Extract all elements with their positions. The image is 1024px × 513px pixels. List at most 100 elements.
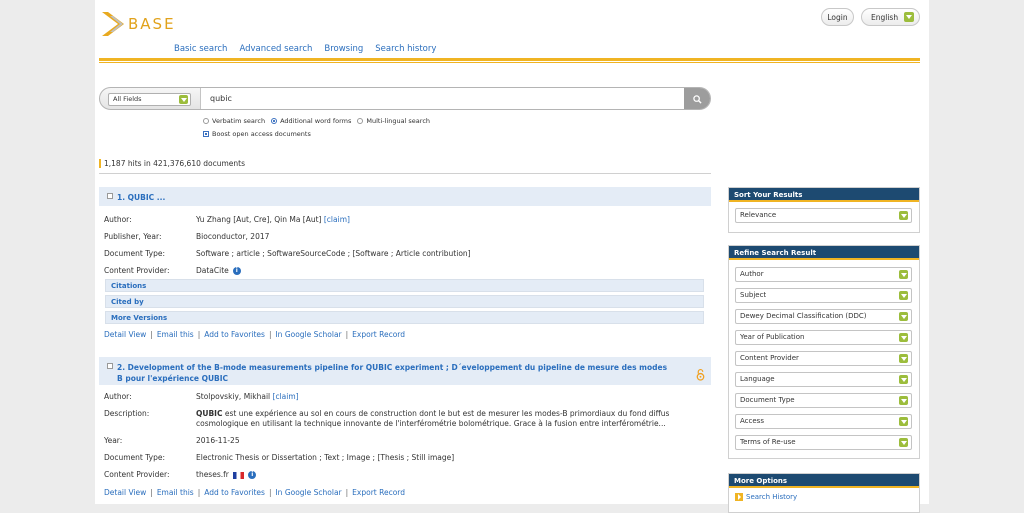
chevron-down-icon (899, 438, 908, 447)
filter-ddc[interactable]: Dewey Decimal Classification (DDC) (735, 309, 912, 324)
result-field-author: Author: Yu Zhang [Aut, Cre], Qin Ma [Aut… (104, 215, 350, 224)
description-keyword: QUBIC (196, 409, 223, 418)
result-select-checkbox[interactable] (107, 363, 113, 369)
hits-count: 1,187 hits in 421,376,610 documents (99, 159, 245, 168)
more-options-panel: More Options Search History (728, 473, 920, 513)
result-actions: Detail View | Email this | Add to Favorites |… (104, 488, 406, 497)
chevron-down-icon (899, 375, 908, 384)
cited-by-toggle[interactable]: Cited by (105, 295, 704, 308)
provider-value: theses.fr (196, 470, 229, 479)
filter-year[interactable]: Year of Publication (735, 330, 912, 345)
chevron-down-icon (899, 333, 908, 342)
search-field-select[interactable]: All Fields (108, 93, 191, 106)
chevron-down-icon (899, 270, 908, 279)
export-record-link[interactable]: Export Record (352, 330, 405, 339)
arrow-right-icon (735, 493, 743, 501)
result-field-author: Author: Stolpovskiy, Mikhail [claim] (104, 392, 299, 401)
result-select-checkbox[interactable] (107, 193, 113, 199)
filter-author[interactable]: Author (735, 267, 912, 282)
option-verbatim-label: Verbatim search (212, 117, 266, 125)
option-word-forms[interactable]: Additional word forms (271, 117, 351, 125)
logo-chevron-icon (102, 12, 124, 36)
base-logo[interactable]: BASE (100, 8, 190, 40)
export-record-link[interactable]: Export Record (352, 488, 405, 497)
info-icon[interactable]: i (248, 471, 257, 479)
result-field-year: Year: 2016-11-25 (104, 436, 240, 445)
more-options-title: More Options (729, 474, 919, 488)
result-field-publisher: Publisher, Year: Bioconductor, 2017 (104, 232, 270, 241)
result-title-link[interactable]: 2. Development of the B-mode measurement… (117, 362, 671, 384)
search-input[interactable]: qubic (200, 88, 688, 109)
detail-view-link[interactable]: Detail View (104, 488, 146, 497)
search-bar: All Fields qubic (99, 87, 711, 110)
email-this-link[interactable]: Email this (157, 330, 194, 339)
hits-divider (99, 173, 711, 174)
language-label: English (871, 12, 899, 22)
chevron-down-icon (899, 354, 908, 363)
more-versions-toggle[interactable]: More Versions (105, 311, 704, 324)
search-options: Verbatim search Additional word forms Mu… (203, 117, 430, 125)
boost-label: Boost open access documents (212, 130, 311, 138)
boost-open-access[interactable]: Boost open access documents (203, 130, 311, 138)
result-field-description: Description: QUBIC est une expérience au… (104, 409, 670, 428)
sort-select[interactable]: Relevance (735, 208, 912, 223)
claim-link[interactable]: [claim] (324, 215, 350, 224)
nav-browsing[interactable]: Browsing (324, 44, 363, 54)
nav-search-history[interactable]: Search history (375, 44, 436, 54)
author-value[interactable]: Yu Zhang [Aut, Cre], Qin Ma [Aut] (196, 215, 321, 224)
nav-advanced-search[interactable]: Advanced search (239, 44, 312, 54)
filter-document-type[interactable]: Document Type (735, 393, 912, 408)
result-title-link[interactable]: 1. QUBIC ... (117, 192, 165, 203)
radio-multilingual[interactable] (357, 118, 364, 124)
citations-toggle[interactable]: Citations (105, 279, 704, 292)
header-divider (99, 58, 920, 61)
author-value[interactable]: Stolpovskiy, Mikhail (196, 392, 270, 401)
language-select[interactable]: English (861, 8, 920, 26)
option-multilingual-label: Multi-lingual search (366, 117, 431, 125)
chevron-down-icon (179, 95, 188, 104)
page: BASE Login English Basic search Advanced… (95, 0, 929, 513)
radio-word-forms[interactable] (271, 118, 278, 124)
open-access-icon (696, 369, 705, 381)
provider-value: DataCite (196, 266, 229, 275)
email-this-link[interactable]: Email this (157, 488, 194, 497)
main-navigation: Basic search Advanced search Browsing Se… (174, 44, 436, 54)
option-verbatim[interactable]: Verbatim search (203, 117, 265, 125)
option-word-forms-label: Additional word forms (280, 117, 352, 125)
login-label: Login (827, 12, 848, 22)
filter-content-provider[interactable]: Content Provider (735, 351, 912, 366)
search-button[interactable] (684, 88, 710, 109)
search-field-value: All Fields (113, 95, 142, 103)
search-icon (692, 95, 702, 104)
radio-verbatim[interactable] (203, 118, 209, 124)
boost-checkbox[interactable] (203, 131, 209, 137)
chevron-down-icon (899, 312, 908, 321)
add-to-favorites-link[interactable]: Add to Favorites (204, 330, 265, 339)
filter-access[interactable]: Access (735, 414, 912, 429)
filter-subject[interactable]: Subject (735, 288, 912, 303)
result-field-doctype: Document Type: Software ; article ; Soft… (104, 249, 471, 258)
sort-panel: Sort Your Results Relevance (728, 187, 920, 233)
claim-link[interactable]: [claim] (273, 392, 299, 401)
info-icon[interactable]: i (232, 267, 241, 275)
google-scholar-link[interactable]: In Google Scholar (275, 488, 341, 497)
logo-text: BASE (128, 15, 176, 33)
chevron-down-icon (899, 291, 908, 300)
search-history-link[interactable]: Search History (729, 488, 919, 501)
add-to-favorites-link[interactable]: Add to Favorites (204, 488, 265, 497)
chevron-down-icon (899, 417, 908, 426)
sort-panel-title: Sort Your Results (729, 188, 919, 202)
google-scholar-link[interactable]: In Google Scholar (275, 330, 341, 339)
detail-view-link[interactable]: Detail View (104, 330, 146, 339)
option-multilingual[interactable]: Multi-lingual search (357, 117, 430, 125)
result-actions: Detail View | Email this | Add to Favorites |… (104, 330, 406, 339)
filter-language[interactable]: Language (735, 372, 912, 387)
nav-basic-search[interactable]: Basic search (174, 44, 227, 54)
result-field-doctype: Document Type: Electronic Thesis or Diss… (104, 453, 455, 462)
france-flag-icon (233, 471, 245, 479)
result-title-bar: 1. QUBIC ... (99, 187, 711, 206)
filter-terms-of-reuse[interactable]: Terms of Re-use (735, 435, 912, 450)
description-text: est une expérience au sol en cours de co… (196, 409, 670, 428)
chevron-down-icon (899, 211, 908, 220)
login-button[interactable]: Login (821, 8, 854, 26)
